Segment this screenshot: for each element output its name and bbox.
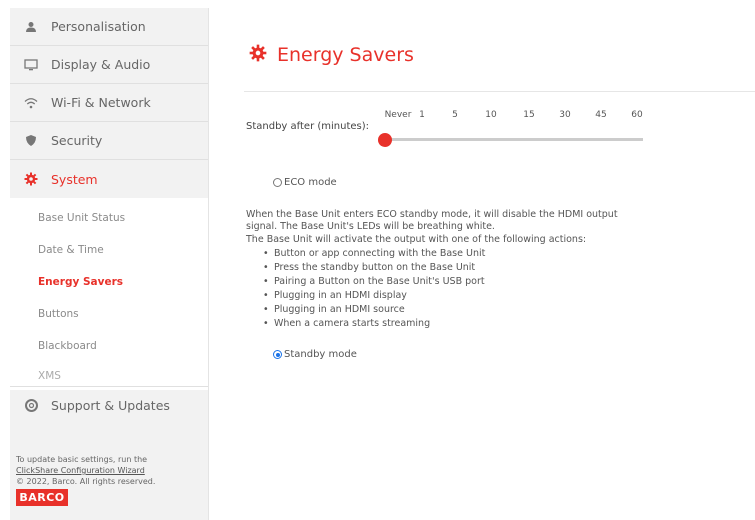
sidebar-item-display-audio[interactable]: Display & Audio [10, 46, 208, 84]
sub-item-base-unit-status[interactable]: Base Unit Status [38, 212, 125, 224]
description-line: The Base Unit will activate the output w… [246, 234, 587, 245]
sidebar-item-system[interactable]: System [10, 160, 208, 198]
sidebar-item-label: Personalisation [51, 19, 146, 34]
footer-hint: To update basic settings, run the [16, 455, 148, 464]
support-icon [24, 399, 38, 413]
configuration-wizard-link[interactable]: ClickShare Configuration Wizard [16, 466, 145, 475]
page-title: Energy Savers [277, 44, 414, 66]
slider-tick: 30 [559, 110, 571, 120]
slider-tick: 60 [631, 110, 643, 120]
list-item: Plugging in an HDMI display [263, 290, 407, 301]
sidebar-item-label: Support & Updates [51, 398, 170, 413]
barco-logo: BARCO [16, 489, 68, 506]
standby-slider-thumb[interactable] [378, 133, 392, 147]
gear-icon [249, 44, 267, 66]
sidebar-item-support-updates[interactable]: Support & Updates [10, 386, 208, 424]
system-submenu: Base Unit Status Date & Time Energy Save… [10, 198, 208, 390]
divider [244, 91, 755, 92]
description-line: When the Base Unit enters ECO standby mo… [246, 209, 618, 220]
standby-mode-radio[interactable] [273, 350, 282, 359]
gear-icon [24, 172, 38, 186]
list-item: Press the standby button on the Base Uni… [263, 262, 475, 273]
slider-tick: 45 [595, 110, 607, 120]
list-item: When a camera starts streaming [263, 318, 430, 329]
description-line: signal. The Base Unit's LEDs will be bre… [246, 221, 495, 232]
eco-mode-radio[interactable] [273, 178, 282, 187]
sidebar-item-label: System [51, 171, 98, 187]
eco-mode-label: ECO mode [284, 177, 337, 188]
slider-tick: Never [384, 110, 412, 120]
shield-icon [24, 134, 38, 148]
person-icon [24, 20, 38, 34]
list-item: Pairing a Button on the Base Unit's USB … [263, 276, 485, 287]
standby-slider-label: Standby after (minutes): [246, 121, 370, 132]
copyright-text: © 2022, Barco. All rights reserved. [16, 477, 156, 486]
sub-item-date-time[interactable]: Date & Time [38, 244, 104, 256]
page-header: Energy Savers [249, 44, 414, 66]
slider-tick: 1 [419, 110, 425, 120]
sidebar-item-label: Wi-Fi & Network [51, 95, 151, 110]
slider-tick: 5 [452, 110, 458, 120]
slider-tick: 15 [523, 110, 535, 120]
sidebar-item-security[interactable]: Security [10, 122, 208, 160]
list-item: Plugging in an HDMI source [263, 304, 405, 315]
wifi-icon [24, 96, 38, 110]
sub-item-xms[interactable]: XMS [38, 370, 61, 382]
sub-item-energy-savers[interactable]: Energy Savers [38, 276, 123, 288]
sidebar-item-label: Security [51, 133, 103, 148]
sidebar-item-personalisation[interactable]: Personalisation [10, 8, 208, 46]
sidebar-item-label: Display & Audio [51, 57, 151, 72]
standby-slider-track[interactable] [385, 138, 643, 141]
eco-mode-option[interactable]: ECO mode [273, 177, 337, 188]
sub-item-blackboard[interactable]: Blackboard [38, 340, 97, 352]
slider-tick: 10 [485, 110, 497, 120]
standby-mode-option[interactable]: Standby mode [273, 349, 357, 360]
monitor-icon [24, 58, 38, 72]
list-item: Button or app connecting with the Base U… [263, 248, 485, 259]
sidebar: Personalisation Display & Audio Wi-Fi & … [10, 8, 209, 520]
sidebar-item-wifi-network[interactable]: Wi-Fi & Network [10, 84, 208, 122]
sub-item-buttons[interactable]: Buttons [38, 308, 79, 320]
standby-mode-label: Standby mode [284, 349, 357, 360]
